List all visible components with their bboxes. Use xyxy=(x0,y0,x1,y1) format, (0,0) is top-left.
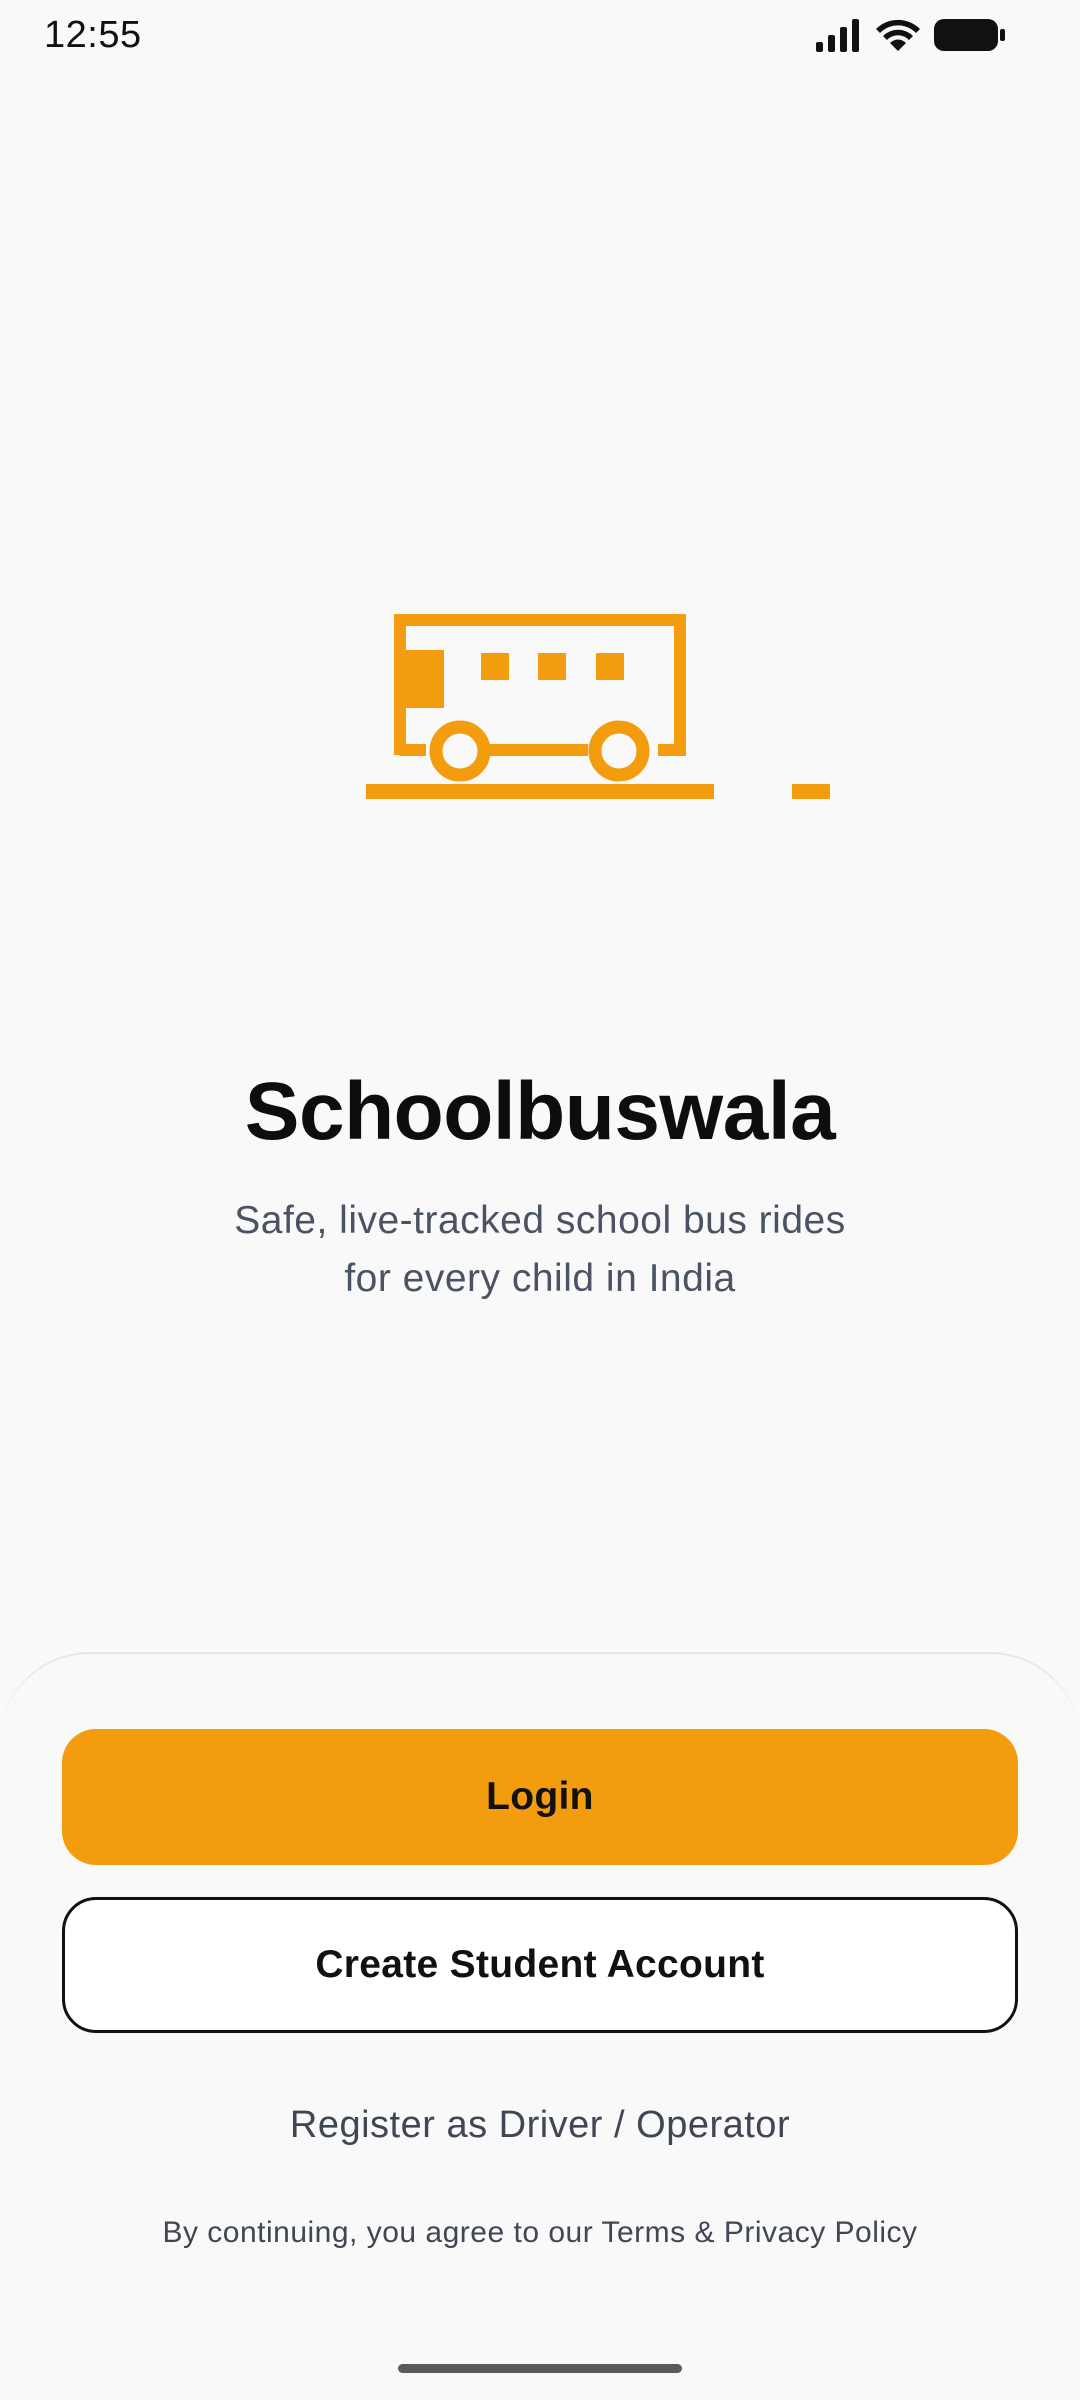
school-bus-icon xyxy=(360,605,840,805)
auth-actions-sheet: Login Create Student Account Register as… xyxy=(0,1652,1080,2400)
legal-notice: By continuing, you agree to our Terms & … xyxy=(162,2216,918,2249)
create-student-account-button[interactable]: Create Student Account xyxy=(62,1897,1018,2033)
register-driver-operator-link[interactable]: Register as Driver / Operator xyxy=(0,2104,1080,2147)
app-tagline: Safe, live-tracked school bus rides for … xyxy=(0,1192,1080,1308)
login-button[interactable]: Login xyxy=(62,1729,1018,1865)
tagline-line-2: for every child in India xyxy=(344,1257,736,1300)
home-indicator[interactable] xyxy=(398,2364,682,2373)
tagline-line-1: Safe, live-tracked school bus rides xyxy=(234,1199,846,1242)
wifi-icon xyxy=(876,18,920,52)
status-icons xyxy=(814,18,1006,52)
status-bar: 12:55 xyxy=(0,0,1080,72)
signal-icon xyxy=(814,18,862,52)
status-time: 12:55 xyxy=(44,14,142,56)
battery-icon xyxy=(934,18,1006,52)
app-title: Schoolbuswala xyxy=(244,1066,836,1157)
